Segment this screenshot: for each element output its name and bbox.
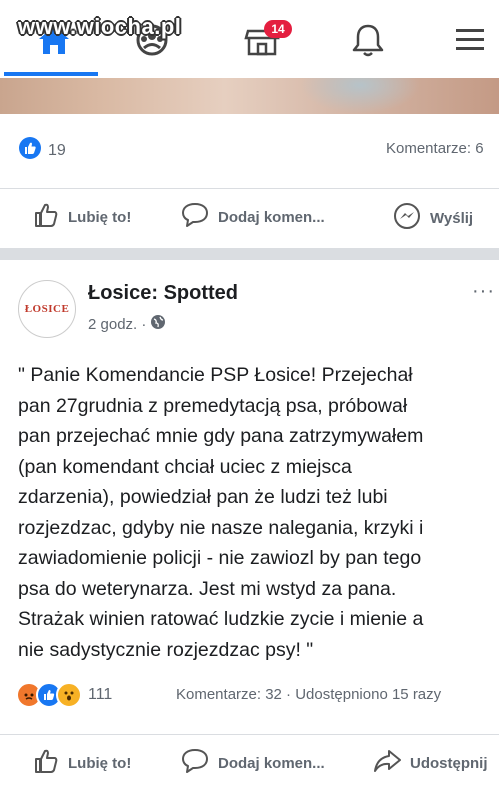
reactions-summary[interactable]: 111 (16, 682, 112, 708)
like-label: Lubię to! (68, 208, 132, 226)
notification-badge: 14 (264, 20, 292, 38)
page-name[interactable]: Łosice: Spotted (88, 282, 238, 305)
avatar-logo: ŁOSICE (24, 303, 70, 315)
comments-shares-count[interactable]: Komentarze: 32 · Udostępniono 15 razy (176, 686, 441, 703)
post-separator (0, 248, 499, 260)
wow-reaction-icon (56, 682, 82, 708)
previous-post-reactions: 19 Komentarze: 6 (0, 130, 499, 170)
previous-post-image[interactable] (0, 78, 499, 114)
watermark: www.wiocha.pl (18, 14, 182, 39)
send-label: Wyślij (430, 209, 474, 227)
like-summary[interactable]: 19 (18, 136, 66, 165)
post-timestamp[interactable]: 2 godz. · (88, 314, 166, 334)
comment-icon (180, 201, 210, 233)
messenger-icon (392, 201, 422, 235)
active-tab-indicator (4, 72, 98, 76)
comment-button[interactable]: Dodaj komen... (180, 747, 325, 779)
send-button[interactable]: Wyślij (392, 201, 473, 235)
post-reactions: 111 Komentarze: 32 · Udostępniono 15 raz… (0, 676, 499, 716)
thumbs-up-icon (32, 747, 60, 779)
like-reaction-icon (18, 136, 42, 165)
like-count: 19 (48, 141, 66, 159)
share-label: Udostępnij (410, 754, 488, 772)
more-options-icon[interactable]: ··· (472, 280, 495, 303)
comment-icon (180, 747, 210, 779)
like-button[interactable]: Lubię to! (32, 747, 131, 779)
comment-button[interactable]: Dodaj komen... (180, 201, 325, 233)
page-avatar[interactable]: ŁOSICE (18, 280, 76, 338)
globe-icon (150, 314, 166, 334)
hamburger-icon[interactable] (450, 20, 490, 60)
comment-label: Dodaj komen... (218, 754, 325, 772)
share-button[interactable]: Udostępnij (372, 747, 488, 779)
like-label: Lubię to! (68, 754, 132, 772)
top-navigation: 14 www.wiocha.pl (0, 0, 499, 78)
reactions-count: 111 (88, 686, 113, 703)
bell-icon[interactable] (348, 20, 388, 60)
post-body: " Panie Komendancie PSP Łosice! Przejech… (18, 364, 424, 661)
comments-count[interactable]: Komentarze: 6 (386, 140, 484, 157)
previous-post-actions: Lubię to! Dodaj komen... Wyślij (0, 188, 499, 239)
post-actions: Lubię to! Dodaj komen... Udostępnij (0, 734, 499, 785)
comment-label: Dodaj komen... (218, 208, 325, 226)
time-label: 2 godz. · (88, 315, 147, 333)
like-button[interactable]: Lubię to! (32, 201, 131, 233)
thumbs-up-icon (32, 201, 60, 233)
share-icon (372, 747, 402, 779)
